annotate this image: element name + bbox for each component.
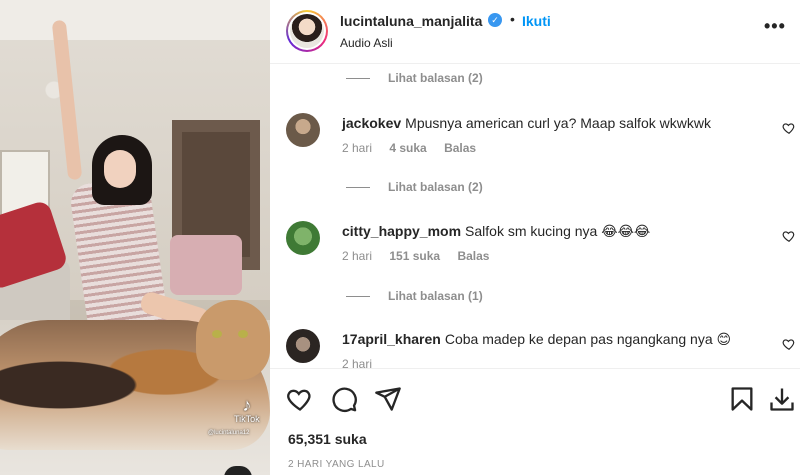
- author-username[interactable]: lucintaluna_manjalita: [340, 13, 482, 29]
- comment-meta: 2 hari: [342, 357, 386, 368]
- comments-list[interactable]: Lihat balasan (2) jackokev Mpusnya americ…: [270, 65, 800, 368]
- tiktok-handle: @lucintaluna12: [208, 430, 250, 436]
- comment-body: Salfok sm kucing nya 😂😂😂: [465, 223, 651, 239]
- post-side-panel: lucintaluna_manjalita ✓ • Ikuti Audio As…: [270, 0, 800, 475]
- commenter-avatar[interactable]: [286, 113, 320, 147]
- comment-item: 17april_kharen Coba madep ke depan pas ng…: [286, 329, 796, 368]
- comment-meta: 2 hari 4 suka Balas: [342, 141, 490, 155]
- comment-likes[interactable]: 4 suka: [389, 141, 426, 155]
- tiktok-label: TikTok: [234, 414, 260, 424]
- comment-item: jackokev Mpusnya american curl ya? Maap s…: [286, 113, 796, 173]
- comment-time: 2 hari: [342, 357, 373, 368]
- author-avatar-image: [290, 14, 324, 48]
- tiktok-watermark: ♪ TikTok: [234, 396, 260, 424]
- commenter-username[interactable]: citty_happy_mom: [342, 223, 461, 239]
- verified-badge-icon: ✓: [488, 13, 502, 27]
- bookmark-icon[interactable]: [728, 385, 756, 413]
- comment-like-heart-icon[interactable]: [782, 229, 796, 243]
- comment-meta: 2 hari 151 suka Balas: [342, 249, 503, 263]
- commenter-avatar[interactable]: [286, 329, 320, 363]
- follow-button[interactable]: Ikuti: [522, 13, 551, 29]
- post-actions-bar: 65,351 suka 2 HARI YANG LALU: [270, 368, 800, 475]
- comment-item: citty_happy_mom Salfok sm kucing nya 😂😂😂 …: [286, 221, 796, 281]
- download-icon[interactable]: [768, 385, 796, 413]
- author-avatar-inner: [288, 12, 326, 50]
- post-like-count[interactable]: 65,351 suka: [288, 431, 367, 447]
- reply-line-divider: [346, 187, 370, 189]
- header-separator: •: [510, 11, 515, 27]
- comment-icon[interactable]: [330, 385, 358, 413]
- comment-text: jackokev Mpusnya american curl ya? Maap s…: [342, 115, 711, 131]
- comment-time: 2 hari: [342, 141, 373, 155]
- comment-body: Mpusnya american curl ya? Maap salfok wk…: [405, 115, 711, 131]
- view-replies-label: Lihat balasan (1): [388, 289, 483, 303]
- reply-button[interactable]: Balas: [457, 249, 489, 263]
- reply-line-divider: [346, 296, 370, 298]
- heart-icon[interactable]: [286, 385, 314, 413]
- video-chair: [170, 235, 242, 295]
- send-icon[interactable]: [374, 385, 402, 413]
- tiktok-logo-icon: ♪: [242, 395, 252, 415]
- view-replies-label: Lihat balasan (2): [388, 71, 483, 85]
- video-cat-head: [196, 300, 270, 380]
- view-replies-button[interactable]: Lihat balasan (2): [346, 180, 483, 196]
- post-date: 2 HARI YANG LALU: [288, 459, 385, 470]
- video-cat-eye: [212, 330, 222, 338]
- commenter-username[interactable]: jackokev: [342, 115, 401, 131]
- post-video[interactable]: ♪ TikTok @lucintaluna12: [0, 0, 270, 475]
- audio-link[interactable]: Audio Asli: [340, 36, 393, 50]
- view-replies-button[interactable]: Lihat balasan (1): [346, 289, 483, 305]
- view-replies-label: Lihat balasan (2): [388, 180, 483, 194]
- reply-button[interactable]: Balas: [444, 141, 476, 155]
- comment-time: 2 hari: [342, 249, 373, 263]
- comment-like-heart-icon[interactable]: [782, 121, 796, 135]
- commenter-username[interactable]: 17april_kharen: [342, 331, 441, 347]
- video-cat-eye: [238, 330, 248, 338]
- view-replies-button[interactable]: Lihat balasan (2): [346, 71, 483, 87]
- post-header: lucintaluna_manjalita ✓ • Ikuti Audio As…: [270, 0, 800, 64]
- reply-line-divider: [346, 78, 370, 80]
- comment-like-heart-icon[interactable]: [782, 337, 796, 351]
- comment-text: citty_happy_mom Salfok sm kucing nya 😂😂😂: [342, 223, 650, 240]
- commenter-avatar[interactable]: [286, 221, 320, 255]
- post-viewer: ♪ TikTok @lucintaluna12 lucintaluna_manj…: [0, 0, 800, 475]
- video-ceiling: [0, 0, 270, 40]
- comment-likes[interactable]: 151 suka: [389, 249, 440, 263]
- comment-text: 17april_kharen Coba madep ke depan pas ng…: [342, 331, 731, 348]
- more-options-icon[interactable]: •••: [764, 16, 786, 37]
- video-person-face: [104, 150, 136, 188]
- author-avatar[interactable]: [286, 10, 328, 52]
- comment-body: Coba madep ke depan pas ngangkang nya 😊: [444, 331, 732, 347]
